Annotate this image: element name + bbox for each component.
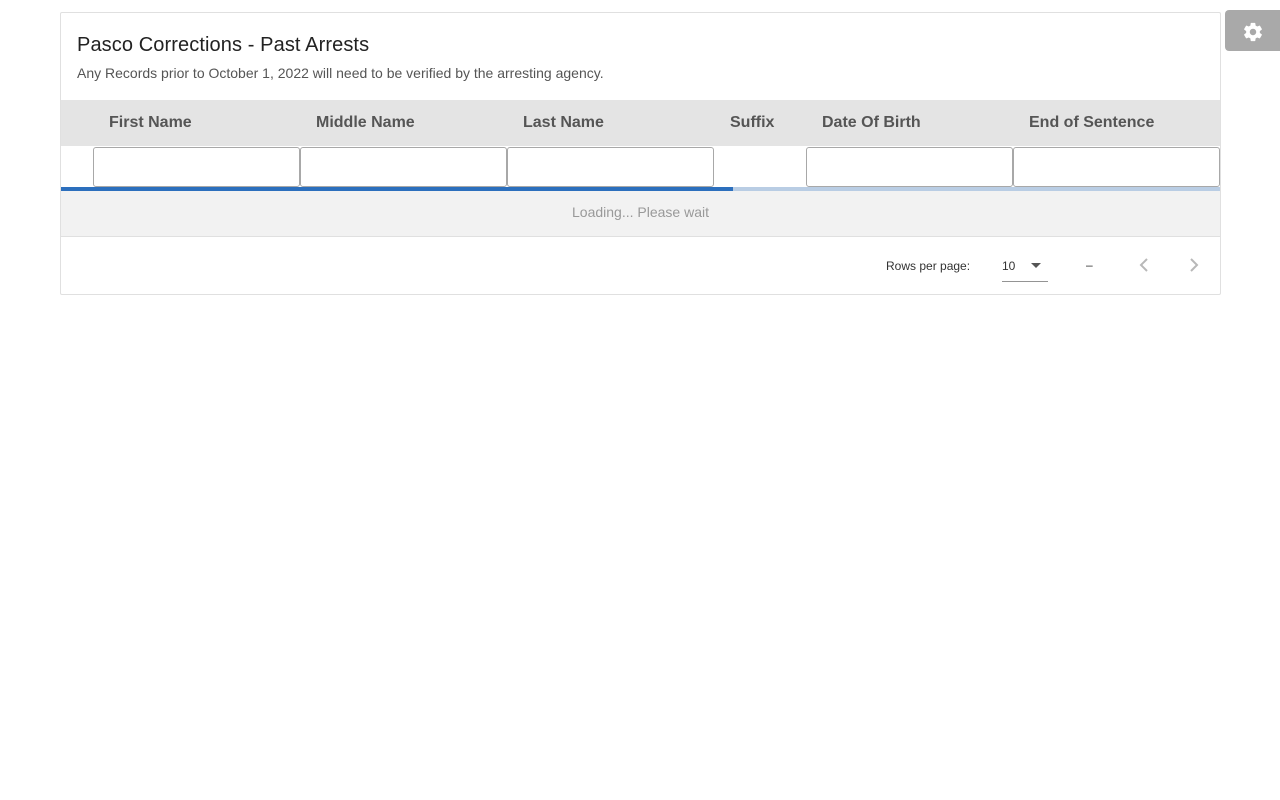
last-name-filter-input[interactable] (507, 147, 714, 187)
previous-page-button[interactable] (1130, 251, 1158, 279)
page-range-text: – (1086, 258, 1093, 272)
loading-message: Loading... Please wait (572, 204, 709, 220)
gear-icon (1244, 22, 1262, 42)
table-header-row: First Name Middle Name Last Name Suffix … (61, 100, 1220, 146)
column-header-end-of-sentence[interactable]: End of Sentence (1029, 114, 1154, 132)
card-subtitle: Any Records prior to October 1, 2022 wil… (77, 65, 604, 81)
column-header-suffix[interactable]: Suffix (730, 114, 774, 132)
rows-per-page-value: 10 (1002, 259, 1016, 273)
column-header-date-of-birth[interactable]: Date Of Birth (822, 114, 921, 132)
date-of-birth-filter-input[interactable] (806, 147, 1013, 187)
next-page-button[interactable] (1180, 251, 1208, 279)
column-header-first-name[interactable]: First Name (109, 114, 192, 132)
loading-message-row: Loading... Please wait (61, 191, 1220, 237)
rows-per-page-select[interactable]: 10 (1002, 251, 1048, 282)
end-of-sentence-filter-input[interactable] (1013, 147, 1220, 187)
chevron-left-icon (1139, 258, 1148, 272)
column-header-last-name[interactable]: Last Name (523, 114, 604, 132)
middle-name-filter-input[interactable] (300, 147, 507, 187)
caret-down-icon (1031, 263, 1041, 268)
column-header-middle-name[interactable]: Middle Name (316, 114, 415, 132)
table-filter-row (61, 146, 1220, 189)
pagination-bar: Rows per page: 10 – (61, 237, 1220, 294)
settings-button[interactable] (1225, 10, 1280, 51)
past-arrests-card: Pasco Corrections - Past Arrests Any Rec… (60, 12, 1221, 295)
chevron-right-icon (1190, 258, 1199, 272)
rows-per-page-label: Rows per page: (886, 259, 971, 273)
card-title: Pasco Corrections - Past Arrests (77, 34, 370, 56)
first-name-filter-input[interactable] (93, 147, 300, 187)
